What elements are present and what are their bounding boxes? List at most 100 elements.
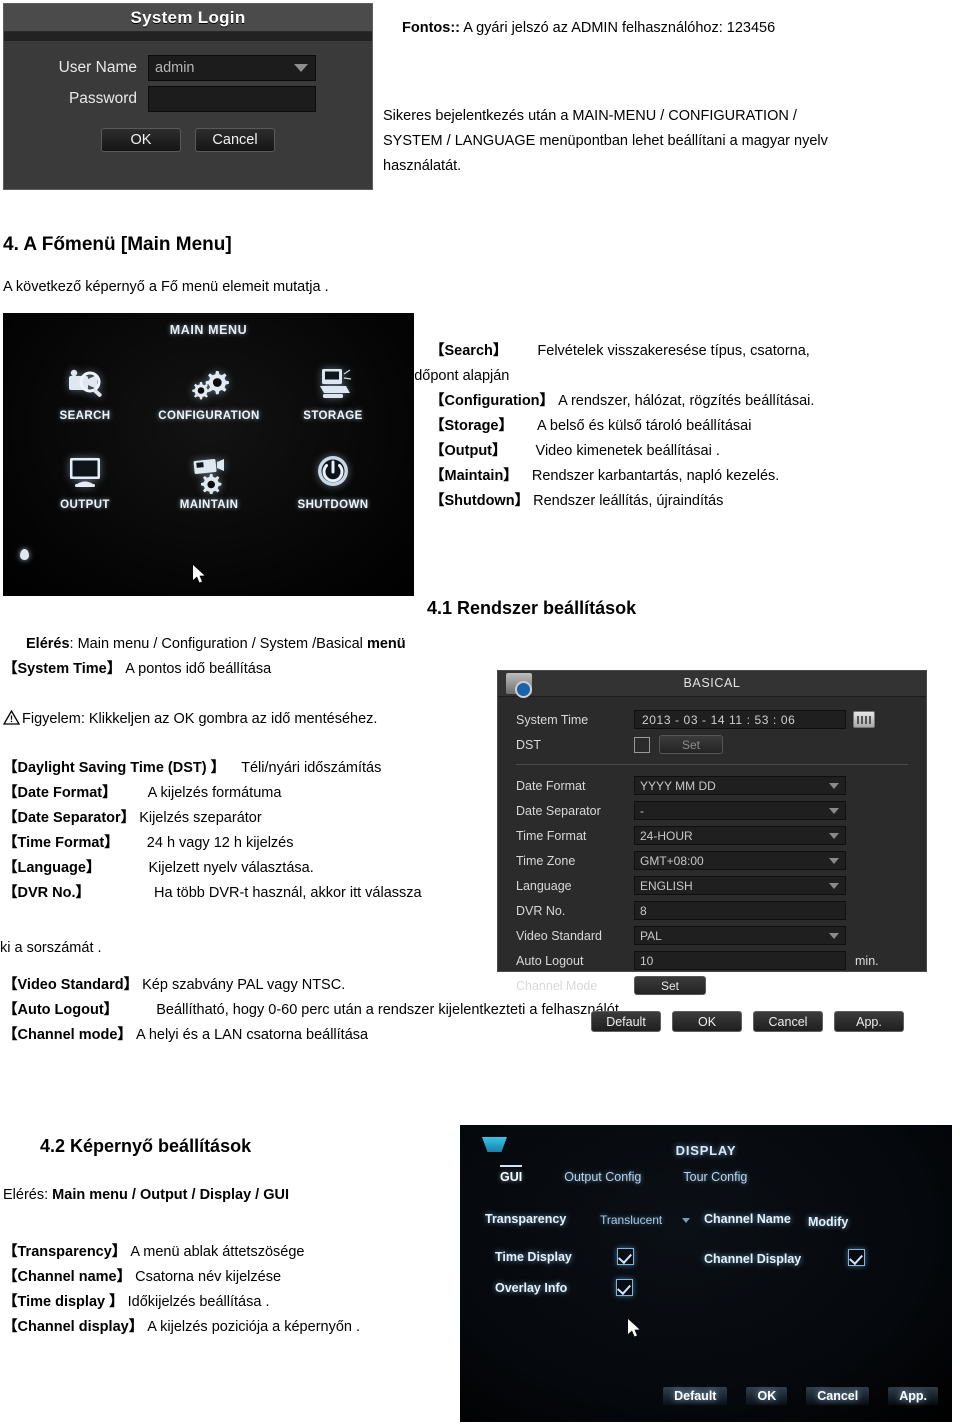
login-cancel-button[interactable]: Cancel	[195, 128, 275, 152]
basic-item-date-format: 【Date Format】 A kijelzés formátuma	[3, 781, 483, 806]
main-menu-item-maintain[interactable]: MAINTAIN	[147, 452, 271, 511]
basical-default-button[interactable]: Default	[591, 1011, 661, 1032]
time-display-label: Time Display	[495, 1250, 572, 1264]
basical-label-date-format: Date Format	[516, 778, 586, 793]
system-time-item: 【System Time】 A pontos idő beállítása	[3, 657, 271, 682]
main-menu-item-configuration[interactable]: CONFIGURATION	[147, 363, 271, 422]
display-item-channel-display: 【Channel display】 A kijelzés poziciója a…	[3, 1315, 443, 1340]
section-42-path-value: Main menu / Output / Display / GUI	[52, 1187, 290, 1203]
basical-label-system-time: System Time	[516, 712, 589, 727]
warning-triangle-icon	[2, 709, 21, 734]
menu-desc-text-shutdown: Rendszer leállítás, újraindítás	[533, 493, 724, 509]
basical-select-time-format[interactable]: 24-HOUR	[634, 826, 846, 845]
status-indicator-dot	[20, 549, 29, 560]
channel-mode-set-button[interactable]: Set	[634, 976, 707, 995]
save-time-warning: Figyelem: Klikkeljen az OK gombra az idő…	[2, 707, 377, 734]
basic-term-video-standard: 【Video Standard】	[3, 977, 139, 993]
basical-input-auto-logout[interactable]: 10	[634, 951, 846, 970]
chevron-down-icon[interactable]	[294, 64, 308, 72]
display-apply-button[interactable]: App.	[888, 1387, 938, 1405]
basical-ok-button[interactable]: OK	[672, 1011, 742, 1032]
basical-auto-logout-unit: min.	[855, 953, 879, 968]
main-menu-item-search[interactable]: SEARCH	[23, 363, 147, 422]
menu-desc-text-search-cont: időpont alapján	[411, 368, 510, 384]
display-cancel-button[interactable]: Cancel	[806, 1387, 870, 1405]
basical-value-system-time[interactable]: 2013 - 03 - 14 11 : 53 : 06	[634, 710, 846, 729]
chevron-down-icon[interactable]	[829, 932, 839, 939]
username-label: User Name	[58, 59, 137, 76]
basical-select-video-standard[interactable]: PAL	[634, 926, 846, 945]
tab-gui[interactable]: GUI	[500, 1165, 523, 1184]
chevron-down-icon[interactable]	[829, 807, 839, 814]
menu-desc-text-search: Felvételek visszakeresése típus, csatorn…	[537, 343, 810, 359]
transparency-value[interactable]: Translucent	[600, 1213, 662, 1227]
basical-dialog-title: BASICAL	[683, 676, 741, 690]
basical-select-date-separator[interactable]: -	[634, 801, 846, 820]
main-menu-label-output: OUTPUT	[60, 499, 110, 511]
calendar-icon[interactable]	[853, 711, 875, 728]
basic-term-channel-mode: 【Channel mode】	[3, 1027, 132, 1043]
password-row: Password	[26, 86, 350, 112]
password-input[interactable]	[148, 86, 316, 112]
basical-value-time-zone: GMT+08:00	[640, 853, 704, 868]
dst-set-button[interactable]: Set	[659, 735, 724, 754]
camera-gear-icon	[147, 452, 271, 494]
section-42-path-label: Elérés:	[3, 1187, 53, 1203]
main-menu-label-storage: STORAGE	[303, 410, 363, 422]
channel-name-label: Channel Name	[704, 1212, 791, 1226]
main-menu-item-storage[interactable]: STORAGE	[271, 363, 395, 422]
basical-value-time-format: 24-HOUR	[640, 828, 693, 843]
chevron-down-icon[interactable]	[829, 882, 839, 889]
main-menu-item-output[interactable]: OUTPUT	[23, 452, 147, 511]
basical-cancel-button[interactable]: Cancel	[753, 1011, 823, 1032]
display-desc-transparency: A menü ablak áttetszösége	[130, 1244, 305, 1260]
basical-label-dvr-no: DVR No.	[516, 903, 566, 918]
chevron-down-icon[interactable]	[829, 857, 839, 864]
monitor-icon	[23, 452, 147, 494]
display-desc-channel-name: Csatorna név kijelzése	[135, 1269, 282, 1285]
basical-apply-button[interactable]: App.	[834, 1011, 904, 1032]
basical-row-channel-mode: Channel Mode Set	[516, 975, 908, 996]
main-menu-label-configuration: CONFIGURATION	[158, 410, 260, 422]
basical-value-date-format: YYYY MM DD	[640, 778, 716, 793]
channel-display-checkbox[interactable]	[848, 1249, 865, 1266]
main-menu-item-shutdown[interactable]: SHUTDOWN	[271, 452, 395, 511]
chevron-down-icon[interactable]	[682, 1218, 690, 1223]
overlay-info-label: Overlay Info	[495, 1281, 568, 1295]
section-4-heading: 4. A Főmenü [Main Menu]	[3, 234, 232, 255]
login-ok-button[interactable]: OK	[101, 128, 181, 152]
gears-icon	[147, 363, 271, 405]
tab-tour-config[interactable]: Tour Config	[683, 1170, 747, 1184]
channel-name-modify-button[interactable]: Modify	[808, 1215, 848, 1229]
basic-item-date-separator: 【Date Separator】 Kijelzés szeparátor	[3, 806, 483, 831]
time-display-checkbox[interactable]	[617, 1248, 634, 1265]
basic-desc-language: Kijelzett nyelv választása.	[148, 860, 314, 876]
basical-select-time-zone[interactable]: GMT+08:00	[634, 851, 846, 870]
basical-select-date-format[interactable]: YYYY MM DD	[634, 776, 846, 795]
tab-output-config[interactable]: Output Config	[564, 1170, 641, 1184]
basical-select-language[interactable]: ENGLISH	[634, 876, 846, 895]
basical-row-date-separator: Date Separator -	[516, 800, 908, 821]
section-41-path-tail: menü	[366, 636, 406, 652]
important-note-prefix: Fontos::	[402, 20, 460, 36]
document-page: System Login User Name admin Password OK…	[0, 0, 960, 1424]
menu-desc-row-output: 【Output】 Video kimenetek beállításai .	[430, 439, 950, 464]
dst-checkbox[interactable]	[634, 736, 650, 753]
basical-value-language: ENGLISH	[640, 878, 693, 893]
section-4-subtitle: A következő képernyő a Fő menü elemeit m…	[3, 279, 329, 295]
basical-dialog-header: BASICAL	[498, 671, 926, 698]
display-ok-button[interactable]: OK	[746, 1387, 788, 1405]
basical-label-language: Language	[516, 878, 572, 893]
chevron-down-icon[interactable]	[829, 832, 839, 839]
basical-input-dvr-no[interactable]: 8	[634, 901, 846, 920]
basic-desc-time-format: 24 h vagy 12 h kijelzés	[146, 835, 294, 851]
display-default-button[interactable]: Default	[663, 1387, 728, 1405]
chevron-down-icon[interactable]	[829, 782, 839, 789]
menu-desc-row-search: 【Search】 Felvételek visszakeresése típus…	[430, 339, 950, 364]
display-term-time-display: 【Time display 】	[3, 1294, 124, 1310]
menu-desc-text-storage: A belső és külső tároló beállításai	[537, 418, 752, 434]
overlay-info-checkbox[interactable]	[616, 1279, 633, 1296]
basical-divider	[516, 764, 908, 765]
username-input[interactable]: admin	[148, 55, 316, 81]
basical-row-auto-logout: Auto Logout 10 min.	[516, 950, 908, 971]
